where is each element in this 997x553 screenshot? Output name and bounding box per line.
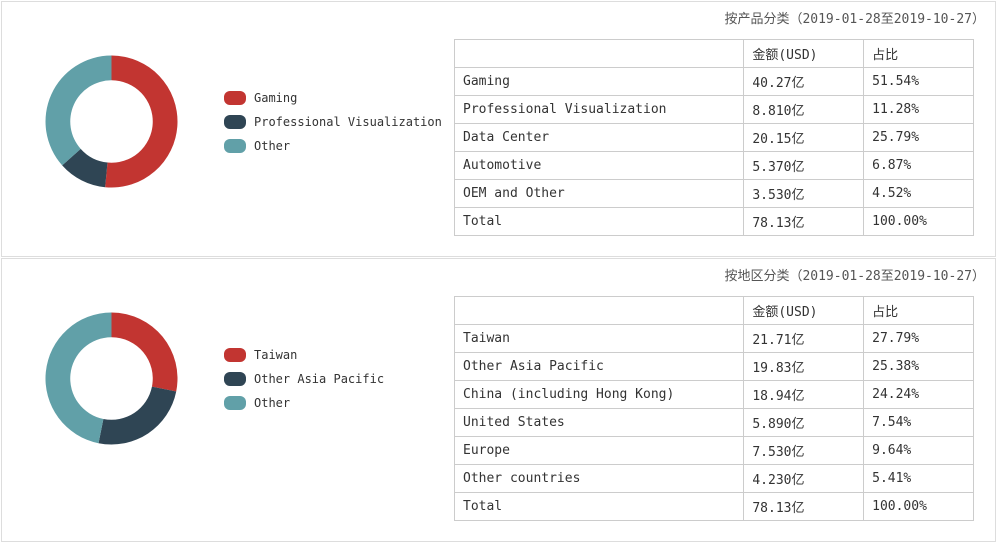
cell-amount: 21.71亿: [744, 325, 864, 353]
cell-name: United States: [455, 409, 744, 437]
product-chart-area: Gaming Professional Visualization Other: [14, 39, 454, 204]
cell-amount: 78.13亿: [744, 493, 864, 521]
table-row: Other countries4.230亿5.41%: [455, 465, 974, 493]
table-header-row: 金额(USD) 占比: [455, 297, 974, 325]
cell-pct: 11.28%: [864, 96, 974, 124]
cell-pct: 6.87%: [864, 152, 974, 180]
legend-label: Other Asia Pacific: [254, 372, 384, 386]
cell-pct: 24.24%: [864, 381, 974, 409]
region-panel-title: 按地区分类（2019-01-28至2019-10-27）: [2, 259, 995, 288]
cell-name: Data Center: [455, 124, 744, 152]
table-row: Professional Visualization8.810亿11.28%: [455, 96, 974, 124]
cell-name: Other Asia Pacific: [455, 353, 744, 381]
cell-amount: 19.83亿: [744, 353, 864, 381]
table-row: Other Asia Pacific19.83亿25.38%: [455, 353, 974, 381]
table-row: Taiwan21.71亿27.79%: [455, 325, 974, 353]
region-panel: 按地区分类（2019-01-28至2019-10-27） Taiwan: [1, 258, 996, 542]
th-name: [455, 40, 744, 68]
th-amount: 金额(USD): [744, 297, 864, 325]
cell-name: Other countries: [455, 465, 744, 493]
table-row: OEM and Other3.530亿4.52%: [455, 180, 974, 208]
th-amount: 金额(USD): [744, 40, 864, 68]
cell-pct: 27.79%: [864, 325, 974, 353]
product-panel: 按产品分类（2019-01-28至2019-10-27） Gaming: [1, 1, 996, 257]
legend-item-gaming[interactable]: Gaming: [224, 91, 442, 105]
region-table-area: 金额(USD) 占比 Taiwan21.71亿27.79% Other Asia…: [454, 296, 983, 521]
cell-pct: 4.52%: [864, 180, 974, 208]
table-row: Automotive5.370亿6.87%: [455, 152, 974, 180]
swatch-icon: [224, 115, 246, 129]
legend-item-other[interactable]: Other: [224, 139, 442, 153]
cell-amount: 4.230亿: [744, 465, 864, 493]
swatch-icon: [224, 91, 246, 105]
cell-amount: 8.810亿: [744, 96, 864, 124]
legend-label: Taiwan: [254, 348, 297, 362]
cell-pct: 7.54%: [864, 409, 974, 437]
table-row: Total78.13亿100.00%: [455, 493, 974, 521]
cell-pct: 100.00%: [864, 208, 974, 236]
table-row: Total78.13亿100.00%: [455, 208, 974, 236]
product-panel-title: 按产品分类（2019-01-28至2019-10-27）: [2, 2, 995, 31]
cell-amount: 5.370亿: [744, 152, 864, 180]
cell-pct: 25.79%: [864, 124, 974, 152]
cell-pct: 51.54%: [864, 68, 974, 96]
swatch-icon: [224, 396, 246, 410]
cell-name: Europe: [455, 437, 744, 465]
cell-amount: 5.890亿: [744, 409, 864, 437]
product-table: 金额(USD) 占比 Gaming40.27亿51.54% Profession…: [454, 39, 974, 236]
region-legend: Taiwan Other Asia Pacific Other: [224, 348, 384, 410]
product-donut: [29, 39, 194, 204]
cell-amount: 40.27亿: [744, 68, 864, 96]
th-name: [455, 297, 744, 325]
cell-amount: 78.13亿: [744, 208, 864, 236]
cell-name: Professional Visualization: [455, 96, 744, 124]
cell-name: OEM and Other: [455, 180, 744, 208]
legend-label: Other: [254, 139, 290, 153]
cell-amount: 3.530亿: [744, 180, 864, 208]
table-row: United States5.890亿7.54%: [455, 409, 974, 437]
table-row: Data Center20.15亿25.79%: [455, 124, 974, 152]
legend-item-other[interactable]: Other: [224, 396, 384, 410]
cell-name: Total: [455, 493, 744, 521]
legend-item-taiwan[interactable]: Taiwan: [224, 348, 384, 362]
product-legend: Gaming Professional Visualization Other: [224, 91, 442, 153]
region-panel-body: Taiwan Other Asia Pacific Other 金额(USD) …: [2, 288, 995, 541]
product-table-area: 金额(USD) 占比 Gaming40.27亿51.54% Profession…: [454, 39, 983, 236]
table-row: China (including Hong Kong)18.94亿24.24%: [455, 381, 974, 409]
legend-item-oap[interactable]: Other Asia Pacific: [224, 372, 384, 386]
th-pct: 占比: [864, 40, 974, 68]
legend-item-proviz[interactable]: Professional Visualization: [224, 115, 442, 129]
cell-pct: 100.00%: [864, 493, 974, 521]
cell-name: China (including Hong Kong): [455, 381, 744, 409]
cell-pct: 5.41%: [864, 465, 974, 493]
swatch-icon: [224, 348, 246, 362]
cell-name: Automotive: [455, 152, 744, 180]
legend-label: Other: [254, 396, 290, 410]
swatch-icon: [224, 372, 246, 386]
swatch-icon: [224, 139, 246, 153]
region-donut: [29, 296, 194, 461]
table-row: Gaming40.27亿51.54%: [455, 68, 974, 96]
cell-name: Taiwan: [455, 325, 744, 353]
cell-amount: 20.15亿: [744, 124, 864, 152]
cell-name: Gaming: [455, 68, 744, 96]
cell-name: Total: [455, 208, 744, 236]
table-row: Europe7.530亿9.64%: [455, 437, 974, 465]
cell-pct: 9.64%: [864, 437, 974, 465]
legend-label: Gaming: [254, 91, 297, 105]
cell-amount: 18.94亿: [744, 381, 864, 409]
product-panel-body: Gaming Professional Visualization Other …: [2, 31, 995, 256]
legend-label: Professional Visualization: [254, 115, 442, 129]
th-pct: 占比: [864, 297, 974, 325]
cell-pct: 25.38%: [864, 353, 974, 381]
region-table: 金额(USD) 占比 Taiwan21.71亿27.79% Other Asia…: [454, 296, 974, 521]
cell-amount: 7.530亿: [744, 437, 864, 465]
table-header-row: 金额(USD) 占比: [455, 40, 974, 68]
region-chart-area: Taiwan Other Asia Pacific Other: [14, 296, 454, 461]
